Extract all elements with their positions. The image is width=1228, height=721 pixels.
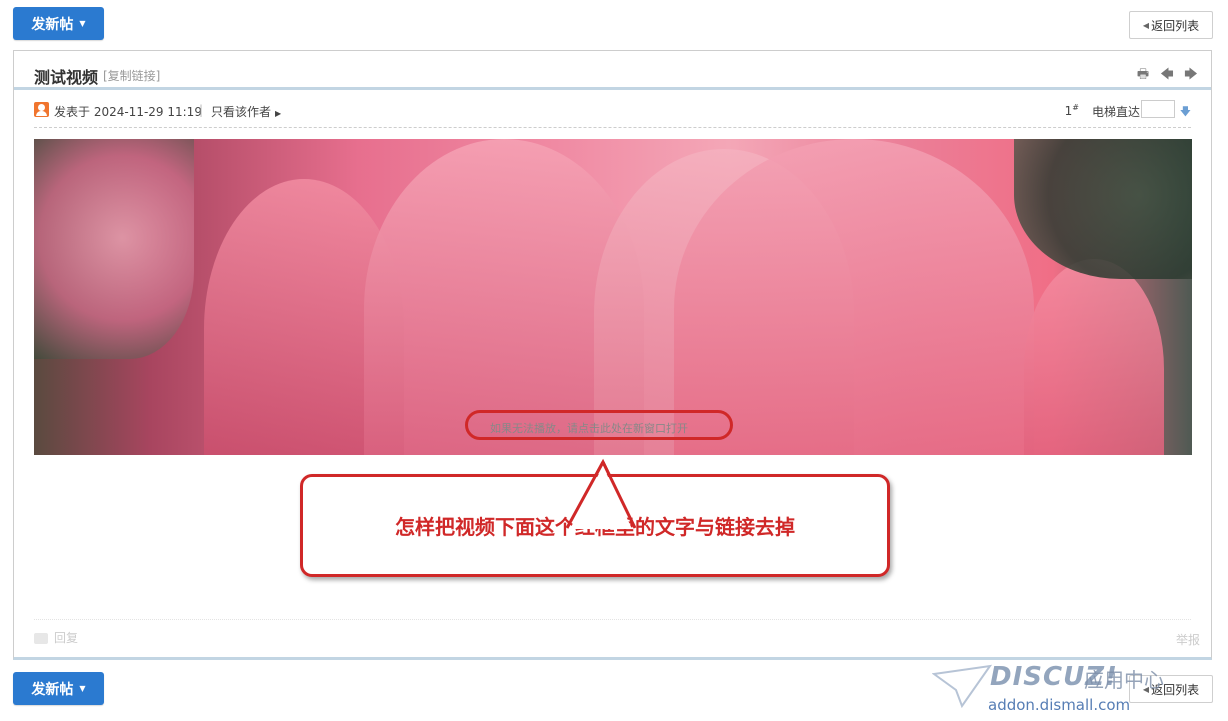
- play-arrow-icon: ▶: [275, 109, 282, 118]
- jump-arrow-icon[interactable]: 🡇: [1180, 103, 1191, 122]
- floor-number: 1#: [1065, 103, 1079, 118]
- back-to-list-label: 返回列表: [1151, 18, 1200, 33]
- new-post-label: 发新帖: [31, 16, 74, 33]
- copy-link[interactable]: [复制链接]: [103, 67, 160, 84]
- thread-title: 测试视频: [34, 68, 99, 87]
- chevron-down-icon: ▼: [79, 684, 86, 693]
- video-frame-petal: [674, 139, 1034, 455]
- annotation-highlight-oval: [465, 410, 733, 440]
- video-frame-foliage: [1014, 139, 1192, 279]
- report-button[interactable]: 举报: [1176, 631, 1200, 648]
- reply-label: 回复: [54, 631, 79, 645]
- previous-thread-icon[interactable]: 🡄: [1159, 65, 1175, 87]
- new-post-button[interactable]: 发新帖 ▼: [13, 7, 104, 40]
- floor-mark: #: [1072, 103, 1079, 112]
- back-to-list-button[interactable]: ◀ 返回列表: [1129, 11, 1213, 39]
- meta-separator: |: [199, 103, 204, 117]
- discuz-watermark: DISCUZ! 应用中心 addon.dismall.com: [932, 660, 1222, 720]
- new-post-button-bottom[interactable]: 发新帖 ▼: [13, 672, 104, 705]
- posted-time: 发表于 2024-11-29 11:19: [54, 105, 202, 119]
- video-frame-bloom: [34, 139, 194, 359]
- floor-jump-input[interactable]: [1141, 100, 1175, 118]
- chevron-left-icon: ◀: [1142, 20, 1150, 30]
- video-player[interactable]: [34, 139, 1192, 455]
- chevron-down-icon: ▼: [79, 19, 86, 28]
- author-avatar-icon: [34, 102, 49, 117]
- annotation-callout-text: 怎样把视频下面这个红框里的文字与链接去掉: [395, 515, 795, 539]
- thread-actions: 🖶 🡄 🡆: [1135, 65, 1199, 87]
- only-author-label: 只看该作者: [211, 105, 272, 119]
- post-meta: 发表于 2024-11-29 11:19 | 只看该作者 ▶ 1# 电梯直达 🡇: [34, 99, 1191, 128]
- reply-button[interactable]: 回复: [34, 629, 78, 646]
- next-thread-icon[interactable]: 🡆: [1183, 65, 1199, 87]
- new-post-label: 发新帖: [31, 681, 74, 698]
- post-footer-divider: [34, 619, 1191, 620]
- thread-header: 测试视频 [复制链接] 🖶 🡄 🡆: [14, 51, 1211, 90]
- annotation-callout: 怎样把视频下面这个红框里的文字与链接去掉: [300, 474, 890, 577]
- reply-icon: [34, 633, 48, 644]
- only-author-link[interactable]: 只看该作者 ▶: [211, 103, 281, 120]
- paper-plane-icon: [932, 664, 992, 708]
- video-frame-petal: [1024, 259, 1164, 455]
- print-icon[interactable]: 🖶: [1135, 65, 1151, 87]
- watermark-subtitle: 应用中心: [1084, 668, 1164, 692]
- watermark-url: addon.dismall.com: [988, 696, 1131, 714]
- elevator-label: 电梯直达: [1091, 105, 1140, 119]
